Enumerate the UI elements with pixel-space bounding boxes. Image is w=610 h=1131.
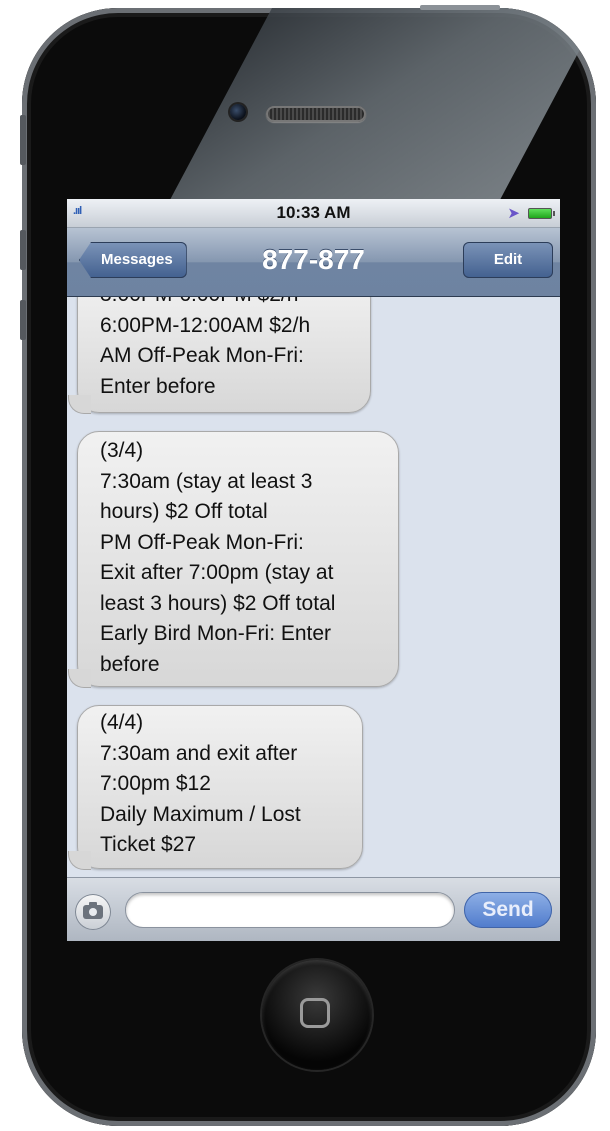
compose-bar: Send (67, 877, 560, 941)
camera-icon (83, 902, 103, 919)
bubble-tail (68, 851, 91, 870)
earpiece-speaker (266, 106, 366, 122)
message-line: 7:30am and exit after (100, 741, 298, 765)
message-line: least 3 hours) $2 Off total (100, 591, 336, 615)
send-button[interactable]: Send (464, 892, 552, 928)
volume-up-button (20, 230, 26, 270)
message-line: Exit after 7:00pm (stay at (100, 561, 334, 584)
messages-back-button[interactable]: Messages (79, 242, 187, 278)
message-bubble: (4/4) 7:30am and exit after 7:00pm $12 D… (68, 705, 363, 870)
message-line: AM Off-Peak Mon-Fri: (100, 344, 304, 367)
message-line: (3/4) (100, 439, 144, 462)
message-line: 3:00PM-6:00PM $2/h (100, 297, 356, 311)
message-bubble: 3:00PM-6:00PM $2/h 6:00PM-12:00AM $2/h A… (68, 297, 371, 414)
volume-down-button (20, 300, 26, 340)
status-time: 10:33 AM (276, 203, 351, 222)
message-line: 7:30am (stay at least 3 (100, 469, 313, 493)
front-camera (230, 104, 246, 120)
home-button[interactable] (262, 960, 372, 1070)
sleep-button (420, 5, 500, 10)
message-line: PM Off-Peak Mon-Fri: (100, 530, 304, 554)
navigation-bar: Messages 877-877 Edit (67, 228, 560, 297)
camera-button[interactable] (75, 894, 111, 930)
message-line: Daily Maximum / Lost (100, 802, 301, 826)
message-thread[interactable]: 3:00PM-6:00PM $2/h 6:00PM-12:00AM $2/h A… (67, 297, 560, 877)
message-line: 7:00pm $12 (100, 772, 211, 795)
message-line: hours) $2 Off total (100, 500, 268, 523)
location-arrow-icon: ➤ (507, 205, 520, 222)
battery-icon (528, 208, 555, 219)
message-input[interactable] (125, 892, 455, 928)
status-bar: .ııl 10:33 AM ➤ (67, 199, 560, 228)
message-line: 6:00PM-12:00AM $2/h (100, 313, 311, 337)
message-line: Ticket $27 (100, 833, 197, 856)
phone-glare (160, 8, 596, 218)
home-square-icon (300, 998, 330, 1028)
message-line: Early Bird Mon-Fri: Enter (100, 622, 332, 645)
bubble-tail (68, 669, 91, 688)
message-line: (4/4) (100, 711, 144, 734)
bubble-tail (68, 395, 91, 414)
screen: .ııl 10:33 AM ➤ Messages 877-877 Edit 3:… (67, 199, 560, 941)
message-line: Enter before (100, 374, 216, 398)
message-bubble: (3/4) 7:30am (stay at least 3 hours) $2 … (68, 431, 399, 688)
edit-button[interactable]: Edit (463, 242, 553, 278)
message-line: before (100, 652, 160, 676)
mute-switch (20, 115, 26, 165)
